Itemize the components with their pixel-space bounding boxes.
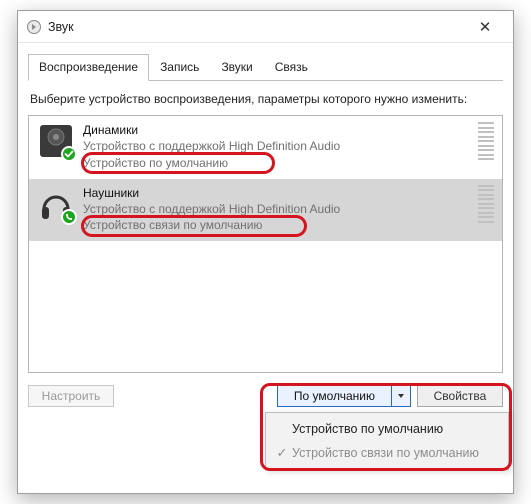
level-meter [478,185,494,223]
menu-default-device[interactable]: Устройство по умолчанию [266,417,508,441]
tab-playback[interactable]: Воспроизведение [28,54,149,81]
headphones-icon [37,185,75,223]
device-speakers[interactable]: Динамики Устройство с поддержкой High De… [29,116,502,179]
default-dropdown-menu: Устройство по умолчанию ✓ Устройство свя… [265,412,509,470]
set-default-split-button[interactable]: По умолчанию [277,385,411,407]
device-info: Наушники Устройство с поддержкой High De… [83,185,472,234]
titlebar: Звук ✕ [18,11,513,43]
close-button[interactable]: ✕ [465,18,505,36]
device-headphones[interactable]: Наушники Устройство с поддержкой High De… [29,179,502,242]
device-info: Динамики Устройство с поддержкой High De… [83,122,472,171]
device-status: Устройство связи по умолчанию [83,217,472,233]
check-icon: ✓ [272,445,292,461]
tab-recording[interactable]: Запись [149,54,210,81]
device-status: Устройство по умолчанию [83,155,472,171]
device-name: Наушники [83,185,472,201]
device-driver: Устройство с поддержкой High Definition … [83,201,472,217]
device-list[interactable]: Динамики Устройство с поддержкой High De… [28,115,503,373]
window-title: Звук [48,20,74,34]
dropdown-arrow-icon[interactable] [392,386,410,406]
menu-item-label: Устройство по умолчанию [292,422,443,436]
menu-item-label: Устройство связи по умолчанию [292,446,479,460]
button-row: Настроить По умолчанию Свойства [28,385,503,407]
speakers-icon [37,122,75,160]
configure-button: Настроить [28,385,114,407]
properties-button[interactable]: Свойства [417,385,503,407]
sound-icon [26,19,42,35]
tab-strip: Воспроизведение Запись Звуки Связь [28,53,503,81]
set-default-button-label[interactable]: По умолчанию [278,386,392,406]
sound-dialog: Звук ✕ Воспроизведение Запись Звуки Связ… [17,10,514,494]
content-area: Воспроизведение Запись Звуки Связь Выбер… [18,43,513,417]
menu-default-comm-device[interactable]: ✓ Устройство связи по умолчанию [266,441,508,465]
comm-badge-icon [61,209,77,225]
tab-sounds[interactable]: Звуки [210,54,263,81]
instruction-text: Выберите устройство воспроизведения, пар… [30,91,501,107]
device-driver: Устройство с поддержкой High Definition … [83,138,472,154]
device-name: Динамики [83,122,472,138]
level-meter [478,122,494,160]
tab-communications[interactable]: Связь [264,54,319,81]
